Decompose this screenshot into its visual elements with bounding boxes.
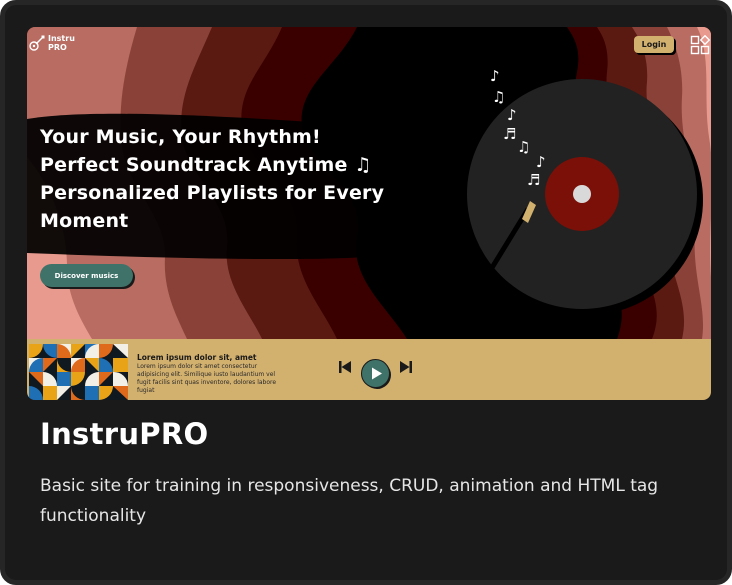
skip-next-icon[interactable]: [399, 360, 413, 374]
vinyl-record-illustration: ♪ ♫ ♪ ♬ ♫ ♪ ♬: [467, 67, 703, 315]
music-note: ♪: [507, 106, 517, 124]
music-note: ♫: [517, 138, 530, 156]
music-note: ♬: [527, 171, 540, 189]
music-note: ♫: [492, 88, 505, 106]
music-note: ♬: [503, 125, 516, 143]
music-note: ♪: [536, 153, 546, 171]
project-card[interactable]: Instru PRO Login Your Music, Your Rhythm…: [0, 0, 732, 585]
album-art[interactable]: [29, 344, 128, 400]
project-description: Basic site for training in responsivenes…: [40, 476, 659, 526]
music-note: ♪: [490, 67, 500, 85]
record-spindle: [573, 185, 591, 203]
project-title: InstruPRO: [40, 417, 209, 451]
music-player-bar: Lorem ipsum dolor sit, amet Lorem ipsum …: [27, 339, 711, 400]
track-title: Lorem ipsum dolor sit, amet: [137, 353, 257, 362]
skip-previous-icon[interactable]: [338, 360, 352, 374]
play-button[interactable]: [361, 359, 391, 389]
track-description: Lorem ipsum dolor sit amet consectetur a…: [137, 363, 277, 394]
project-screenshot[interactable]: Instru PRO Login Your Music, Your Rhythm…: [27, 27, 711, 400]
site-hero: Instru PRO Login Your Music, Your Rhythm…: [27, 27, 711, 339]
